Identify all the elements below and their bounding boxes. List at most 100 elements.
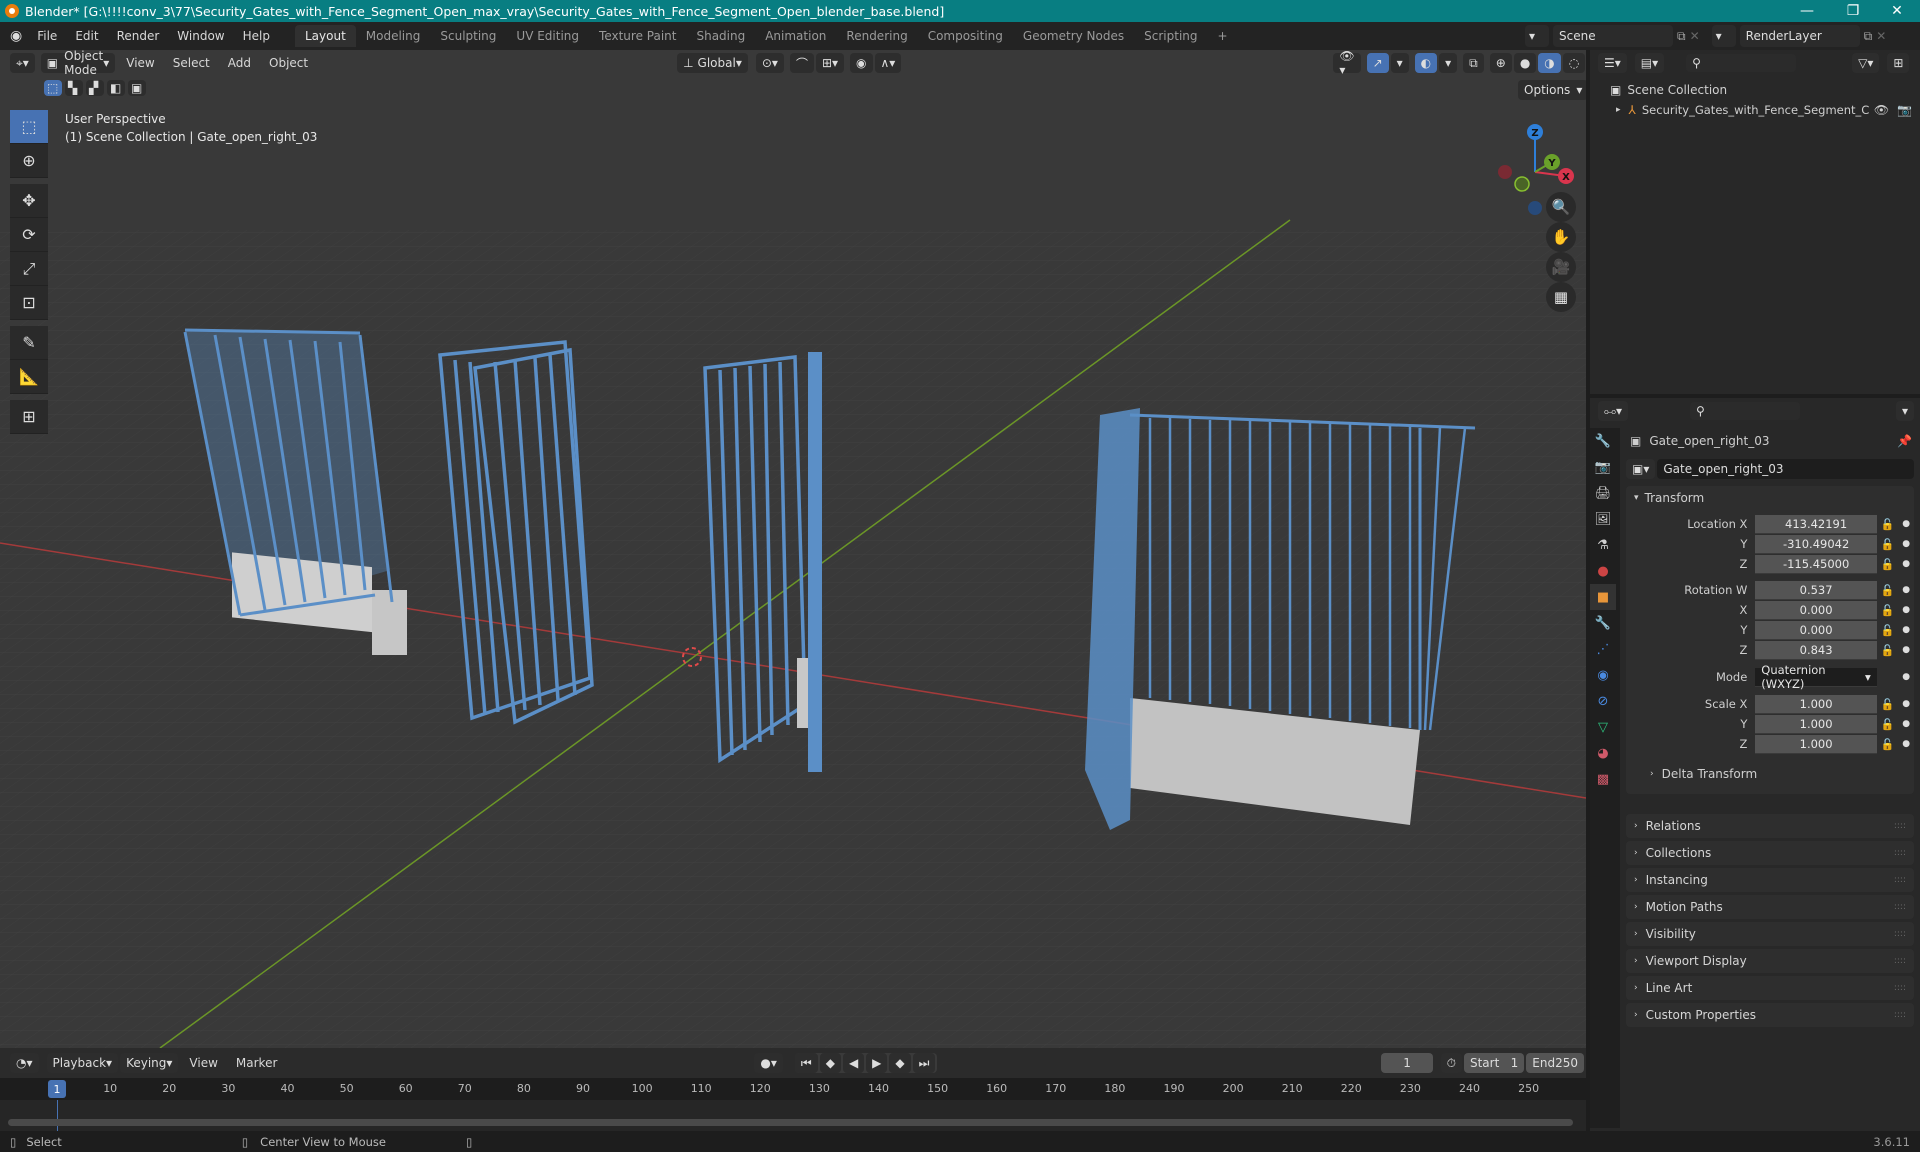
overlay-toggle[interactable]: ◐: [1414, 53, 1438, 73]
tab-rendering[interactable]: Rendering: [836, 25, 917, 47]
auto-keying-toggle[interactable]: ●▾: [754, 1053, 783, 1073]
data-tab-icon[interactable]: ▽: [1590, 714, 1616, 740]
gizmo-neg-y[interactable]: [1514, 176, 1530, 192]
physics-tab-icon[interactable]: ◉: [1590, 662, 1616, 688]
pan-view-icon[interactable]: ✋: [1546, 222, 1576, 252]
3d-viewport[interactable]: ⌖▾ ▣ Object Mode ▾ View Select Add Object …: [0, 50, 1586, 1048]
tab-uv-editing[interactable]: UV Editing: [506, 25, 589, 47]
panel-collections[interactable]: › Collections::::: [1626, 841, 1914, 865]
scale-y-field[interactable]: 1.000: [1755, 714, 1877, 734]
zoom-view-icon[interactable]: 🔍: [1546, 192, 1576, 222]
keyframe-dot-icon[interactable]: ●: [1898, 585, 1914, 595]
menu-window[interactable]: Window: [168, 29, 233, 43]
timeline-menu-view[interactable]: View: [180, 1056, 226, 1070]
tab-scripting[interactable]: Scripting: [1134, 25, 1207, 47]
modifier-tab-icon[interactable]: 🔧: [1590, 610, 1616, 636]
orientation-selector[interactable]: ⊥ Global ▾: [677, 53, 748, 73]
panel-motion-paths[interactable]: › Motion Paths::::: [1626, 895, 1914, 919]
menu-render[interactable]: Render: [108, 29, 169, 43]
new-view-layer-icon[interactable]: ⧉: [1864, 25, 1873, 47]
shading-solid[interactable]: ●: [1513, 53, 1537, 73]
keyframe-dot-icon[interactable]: ●: [1898, 699, 1914, 709]
panel-instancing[interactable]: › Instancing::::: [1626, 868, 1914, 892]
outliner-search[interactable]: ⚲: [1686, 54, 1797, 72]
cursor-tool[interactable]: ⊕: [10, 144, 48, 178]
view-layer-icon[interactable]: ▾: [1711, 25, 1736, 47]
overlay-dropdown[interactable]: ▾: [1439, 53, 1458, 73]
blender-menu-icon[interactable]: ◉: [10, 28, 22, 44]
measure-tool[interactable]: 📐: [10, 360, 48, 394]
editor-type-button[interactable]: ⌖▾: [10, 53, 35, 73]
panel-viewport-display[interactable]: › Viewport Display::::: [1626, 949, 1914, 973]
tab-shading[interactable]: Shading: [686, 25, 755, 47]
add-workspace-button[interactable]: +: [1208, 25, 1238, 47]
start-frame-field[interactable]: Start 1: [1463, 1053, 1525, 1073]
expand-arrow-icon[interactable]: ▸: [1616, 105, 1621, 115]
scene-collection-label[interactable]: Scene Collection: [1627, 83, 1727, 97]
end-frame-field[interactable]: End 250: [1526, 1053, 1584, 1073]
proportional-edit-toggle[interactable]: ◉: [850, 53, 873, 73]
scale-tool[interactable]: ⤢: [10, 252, 48, 286]
keyframe-dot-icon[interactable]: ●: [1898, 739, 1914, 749]
tab-compositing[interactable]: Compositing: [918, 25, 1013, 47]
playhead-frame-indicator[interactable]: 1: [48, 1080, 66, 1098]
shading-material[interactable]: ◑: [1538, 53, 1561, 73]
viewport-menu-add[interactable]: Add: [219, 56, 260, 70]
lock-icon[interactable]: 🔓: [1877, 584, 1899, 597]
select-invert-icon[interactable]: ◧: [107, 80, 125, 96]
falloff-button[interactable]: ∧▾: [874, 53, 902, 73]
scale-x-field[interactable]: 1.000: [1755, 694, 1877, 714]
shading-rendered[interactable]: ◌: [1562, 53, 1586, 73]
texture-tab-icon[interactable]: ▩: [1590, 766, 1616, 792]
visibility-selector[interactable]: 👁▾: [1333, 50, 1361, 77]
scale-z-field[interactable]: 1.000: [1755, 734, 1877, 754]
gizmo-toggle[interactable]: ↗: [1366, 53, 1389, 73]
rotate-tool[interactable]: ⟳: [10, 218, 48, 252]
location-z-field[interactable]: -115.45000: [1755, 554, 1877, 574]
render-camera-icon[interactable]: 📷: [1897, 103, 1912, 117]
keyframe-dot-icon[interactable]: ●: [1898, 645, 1914, 655]
viewport-menu-select[interactable]: Select: [164, 56, 219, 70]
object-tab-icon[interactable]: ■: [1590, 584, 1616, 610]
next-keyframe-button[interactable]: ◆: [889, 1053, 911, 1073]
new-scene-icon[interactable]: ⧉: [1677, 25, 1686, 47]
prev-keyframe-button[interactable]: ◆: [819, 1053, 841, 1073]
location-x-field[interactable]: 413.42191: [1755, 514, 1877, 534]
gizmo-neg-x[interactable]: [1498, 165, 1512, 179]
minimize-button[interactable]: —: [1784, 0, 1830, 22]
properties-editor-type[interactable]: ⧟▾: [1598, 401, 1629, 421]
delete-view-layer-icon[interactable]: ✕: [1876, 25, 1886, 47]
render-tab-icon[interactable]: 📷: [1590, 454, 1616, 480]
tab-texture-paint[interactable]: Texture Paint: [589, 25, 686, 47]
menu-help[interactable]: Help: [234, 29, 279, 43]
ortho-toggle-icon[interactable]: ▦: [1546, 282, 1576, 312]
select-box-tool[interactable]: ⬚: [10, 110, 48, 144]
keyframe-dot-icon[interactable]: ●: [1898, 605, 1914, 615]
timeline-track-area[interactable]: [0, 1100, 1586, 1131]
xray-toggle[interactable]: ⧉: [1463, 53, 1484, 73]
select-subtract-icon[interactable]: ▞: [86, 80, 104, 96]
frame-ruler[interactable]: 1 10 20 30 40 50 60 70 80 90 100 110 120 130 140 150 16…: [0, 1078, 1586, 1100]
annotate-tool[interactable]: ✎: [10, 326, 48, 360]
select-new-icon[interactable]: ⬚: [44, 80, 62, 96]
tab-sculpting[interactable]: Sculpting: [430, 25, 506, 47]
lock-icon[interactable]: 🔓: [1877, 624, 1899, 637]
lock-icon[interactable]: 🔓: [1877, 698, 1899, 711]
snap-toggle[interactable]: ⌒: [789, 53, 814, 73]
rotation-z-field[interactable]: 0.843: [1755, 640, 1877, 660]
properties-options[interactable]: ▾: [1895, 401, 1914, 421]
preview-range-toggle[interactable]: ⏱: [1440, 1053, 1462, 1073]
new-collection-button[interactable]: ⊞: [1887, 53, 1910, 73]
scene-field[interactable]: Scene: [1553, 25, 1673, 47]
current-frame-field[interactable]: 1: [1381, 1053, 1433, 1073]
close-button[interactable]: ✕: [1874, 0, 1920, 22]
scene-tab-icon[interactable]: ⚗: [1590, 532, 1616, 558]
constraints-tab-icon[interactable]: ⊘: [1590, 688, 1616, 714]
transform-header[interactable]: ▾ Transform: [1626, 486, 1914, 510]
timeline-scrollbar[interactable]: [8, 1119, 1573, 1126]
add-cube-tool[interactable]: ⊞: [10, 400, 48, 434]
viewport-menu-view[interactable]: View: [117, 56, 163, 70]
keyframe-dot-icon[interactable]: ●: [1898, 719, 1914, 729]
menu-edit[interactable]: Edit: [66, 29, 107, 43]
panel-custom-properties[interactable]: › Custom Properties::::: [1626, 1003, 1914, 1027]
